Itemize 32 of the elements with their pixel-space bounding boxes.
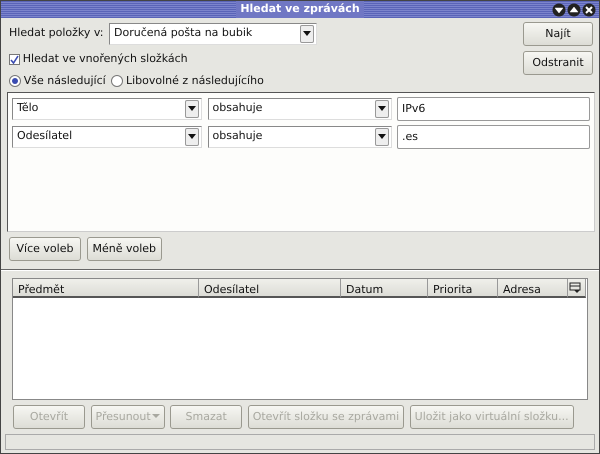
action-button[interactable]: Najít <box>523 22 593 46</box>
window-title: Hledat ve zprávách <box>236 1 364 18</box>
criteria-button[interactable]: Více voleb <box>9 236 81 260</box>
column-header[interactable]: Adresa <box>498 278 568 298</box>
column-header[interactable]: Odesílatel <box>199 278 341 298</box>
close-button[interactable] <box>582 3 596 17</box>
value-field[interactable]: .es <box>397 124 590 148</box>
checkmark-icon <box>10 54 19 64</box>
column-header[interactable]: Priorita <box>428 278 498 298</box>
match-radio[interactable]: Libovolné z následujícího <box>111 73 264 90</box>
minimize-button[interactable] <box>552 3 566 17</box>
subfolder-checkbox[interactable]: Hledat ve vnořených složkách <box>9 51 523 68</box>
column-picker-icon[interactable] <box>569 282 581 294</box>
dropdown-arrow-icon[interactable] <box>378 134 386 140</box>
column-header[interactable]: Datum <box>341 278 428 298</box>
criteria-button[interactable]: Méně voleb <box>86 236 162 260</box>
action-button[interactable]: Odstranit <box>523 51 593 75</box>
dropdown-arrow-icon[interactable] <box>188 106 196 112</box>
field-dropdown[interactable]: Tělo <box>12 98 202 120</box>
column-header[interactable]: Předmět <box>13 278 199 298</box>
operator-dropdown[interactable]: obsahuje <box>208 98 392 120</box>
dropdown-arrow-icon[interactable] <box>378 106 386 112</box>
dropdown-arrow-icon[interactable] <box>188 134 196 140</box>
search-location-label: Hledat položky v: <box>9 25 104 42</box>
folder-dropdown[interactable]: Doručená pošta na bubik <box>109 22 317 44</box>
match-radio[interactable]: Vše následující <box>9 73 106 90</box>
maximize-button[interactable] <box>567 3 581 17</box>
value-field[interactable]: IPv6 <box>397 96 590 120</box>
operator-dropdown[interactable]: obsahuje <box>208 126 392 148</box>
dropdown-arrow-icon[interactable] <box>303 30 311 36</box>
caret-icon <box>152 414 160 420</box>
field-dropdown[interactable]: Odesílatel <box>12 126 202 148</box>
